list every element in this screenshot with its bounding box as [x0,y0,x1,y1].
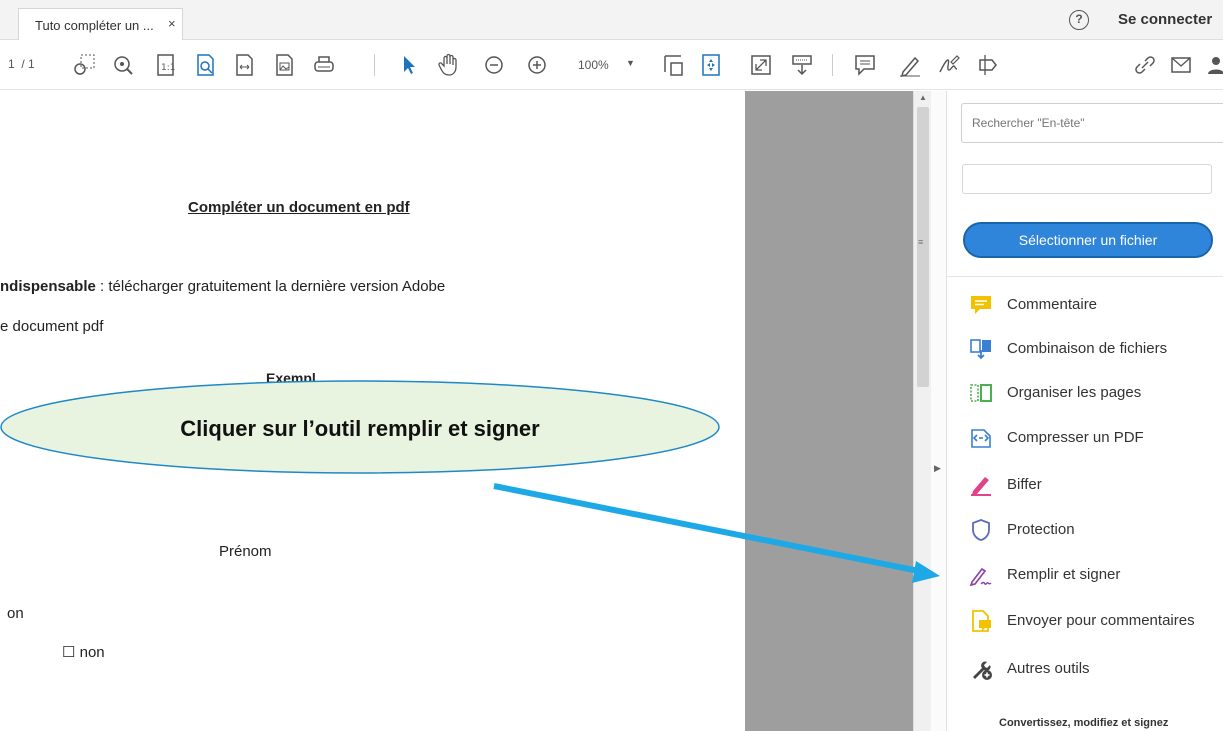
tool-biffer[interactable]: Biffer [969,469,1219,501]
tool-label: Compresser un PDF [1007,429,1144,446]
user-icon[interactable] [1203,52,1223,78]
select-tool-icon[interactable] [396,52,422,78]
document-line-2: e document pdf [0,318,104,335]
document-title: Compléter un document en pdf [188,199,410,216]
document-page[interactable]: Compléter un document en pdf ndispensabl… [0,91,745,731]
expand-panel-icon[interactable]: ▶ [934,463,941,474]
document-background [745,91,913,731]
secondary-input[interactable] [962,164,1212,194]
send-review-icon [969,609,993,633]
comment-icon [969,293,993,317]
non-label: non [79,644,105,661]
link-icon[interactable] [1132,52,1158,78]
document-option-oui: on [7,605,24,622]
toolbar-divider [832,54,833,76]
help-icon[interactable]: ? [1069,10,1089,30]
document-scrollbar[interactable]: ▲ ≡ [913,91,931,731]
image-page-icon[interactable] [272,52,298,78]
marquee-zoom-icon[interactable] [72,52,98,78]
scrollbar-thumb[interactable] [917,107,929,387]
shield-icon [969,518,993,542]
tool-organiser[interactable]: Organiser les pages [969,377,1219,409]
document-tab[interactable]: Tuto compléter un ... × [18,8,183,41]
tool-label: Combinaison de fichiers [1007,340,1168,357]
tool-combinaison[interactable]: Combinaison de fichiers [969,333,1219,365]
read-mode-icon[interactable] [789,52,815,78]
callout-text: Cliquer sur l’outil remplir et signer [180,416,540,441]
tool-protection[interactable]: Protection [969,514,1219,546]
page-zoom-icon[interactable] [193,52,219,78]
hand-tool-icon[interactable] [436,52,462,78]
zoom-out-icon[interactable] [481,52,507,78]
tool-commentaire[interactable]: Commentaire [969,289,1219,321]
tool-remplir-signer[interactable]: Remplir et signer [969,559,1219,591]
tool-autres[interactable]: Autres outils [969,653,1219,685]
tools-search-input[interactable] [961,103,1223,143]
chevron-down-icon: ▼ [626,58,635,68]
zoom-search-icon[interactable] [110,52,136,78]
fill-sign-icon [969,563,993,587]
tools-panel: Sélectionner un fichier Commentaire Comb… [947,91,1223,731]
fit-width-icon[interactable] [232,52,258,78]
toolbar: 1 / 1 1:1 100% ▼ [0,40,1223,90]
more-tools-icon [969,657,993,681]
compress-pdf-icon [969,426,993,450]
scroll-up-icon[interactable]: ▲ [919,93,927,102]
document-option-non: ☐ non [62,643,105,661]
comment-icon[interactable] [852,52,878,78]
email-icon[interactable] [1168,52,1194,78]
prenom-label: Prénom [219,543,272,560]
redact-icon [969,473,993,497]
zoom-value: 100% [578,58,609,72]
signature-icon[interactable] [937,52,963,78]
document-line-1: ndispensable : télécharger gratuitement … [0,278,445,295]
select-file-button[interactable]: Sélectionner un fichier [963,222,1213,258]
tool-compresser[interactable]: Compresser un PDF [969,422,1219,454]
zoom-in-icon[interactable] [524,52,550,78]
panel-footer-text: Convertissez, modifiez et signez [999,717,1169,729]
page-current[interactable]: 1 [8,57,15,71]
organize-pages-icon [969,381,993,405]
toolbar-divider [374,54,375,76]
page-total: / 1 [21,57,35,71]
combine-files-icon [969,337,993,361]
tool-label: Remplir et signer [1007,566,1121,583]
fit-page-icon[interactable] [698,52,724,78]
panel-divider [947,276,1223,277]
document-line-1-bold: ndispensable [0,278,96,295]
actual-size-icon[interactable]: 1:1 [153,52,179,78]
tool-label: Autres outils [1007,660,1090,677]
send-icon[interactable] [975,52,1001,78]
tool-label: Envoyer pour commentaires [1007,612,1195,629]
tool-label: Commentaire [1007,296,1098,313]
tab-title: Tuto compléter un ... [35,18,154,33]
tab-bar: Tuto compléter un ... × ? Se connecter [0,0,1223,41]
svg-text:1:1: 1:1 [161,63,175,73]
full-screen-icon[interactable] [748,52,774,78]
sign-in-link[interactable]: Se connecter [1118,11,1212,28]
checkbox-icon[interactable]: ☐ [62,644,75,661]
print-icon[interactable] [311,52,337,78]
grip-icon: ≡ [918,237,924,247]
tool-envoyer[interactable]: Envoyer pour commentaires [969,605,1219,637]
tool-label: Organiser les pages [1007,384,1142,401]
tool-label: Biffer [1007,476,1042,493]
zoom-select[interactable]: 100% ▼ [568,55,640,77]
close-icon[interactable]: × [168,16,176,31]
document-line-1-rest: : télécharger gratuitement la dernière v… [95,278,446,295]
highlight-pen-icon[interactable] [897,52,923,78]
tool-label: Protection [1007,521,1075,538]
document-partial-heading: Exempl [266,370,316,386]
page-indicator[interactable]: 1 / 1 [8,57,35,71]
panel-collapse-strip: ▶ [931,91,947,731]
scroll-mode-icon[interactable] [661,52,687,78]
